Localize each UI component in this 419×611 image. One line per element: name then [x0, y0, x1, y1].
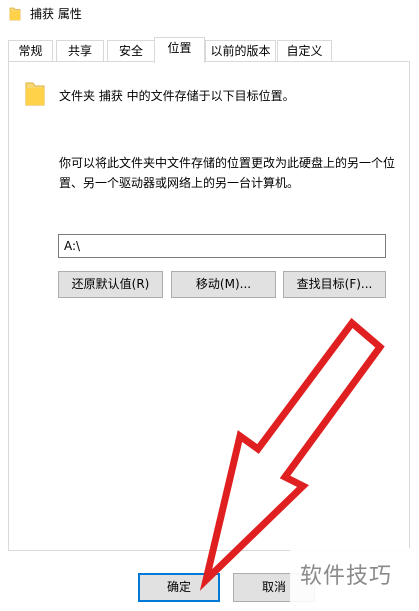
folder-icon: [25, 82, 45, 106]
tab-strip: 常规 共享 安全 位置 以前的版本 自定义: [8, 37, 408, 63]
find-target-button[interactable]: 查找目标(F)...: [283, 271, 386, 298]
restore-default-button[interactable]: 还原默认值(R): [58, 271, 163, 298]
tab-sharing[interactable]: 共享: [56, 40, 104, 61]
location-description: 你可以将此文件夹中文件存储的位置更改为此硬盘上的另一个位置、另一个驱动器或网络上…: [59, 156, 396, 190]
location-info-text: 文件夹 捕获 中的文件存储于以下目标位置。: [59, 89, 295, 103]
window-title: 捕获 属性: [30, 7, 82, 21]
tab-security[interactable]: 安全: [107, 40, 155, 61]
tab-previous-versions[interactable]: 以前的版本: [205, 40, 276, 61]
path-input[interactable]: [58, 234, 386, 258]
move-button[interactable]: 移动(M)...: [171, 271, 276, 298]
watermark-text: 软件技巧: [300, 564, 393, 589]
tab-location[interactable]: 位置: [154, 37, 205, 63]
location-panel: [8, 61, 410, 551]
title-bar: 捕获 属性: [0, 0, 419, 32]
folder-icon: [9, 7, 21, 21]
tab-general[interactable]: 常规: [8, 40, 53, 61]
tab-customize[interactable]: 自定义: [277, 40, 332, 61]
ok-button[interactable]: 确定: [138, 573, 220, 602]
